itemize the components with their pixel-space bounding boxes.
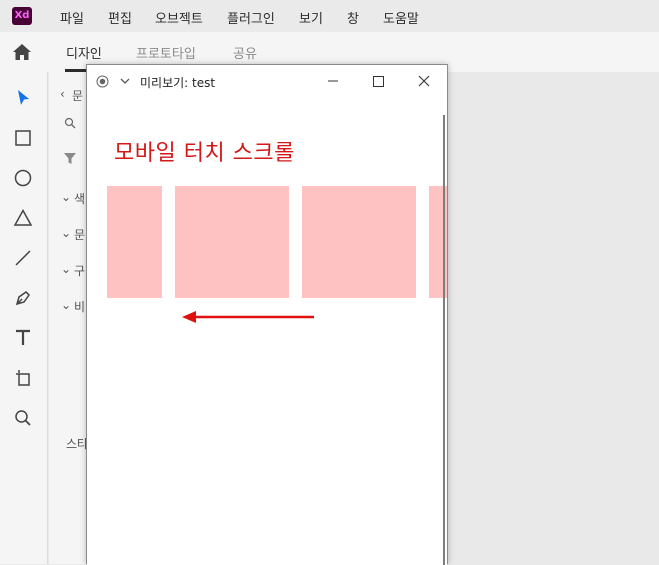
search-icon[interactable]: [64, 117, 76, 129]
chevron-down-icon[interactable]: ⌄: [61, 226, 71, 240]
arrow-left-icon: [182, 311, 314, 323]
text-icon[interactable]: [12, 327, 34, 349]
chevron-down-icon[interactable]: [120, 77, 130, 85]
section-components[interactable]: 구: [74, 262, 85, 279]
close-icon[interactable]: [418, 75, 430, 87]
chevron-down-icon[interactable]: ⌄: [61, 262, 71, 276]
page-heading: 모바일 터치 스크롤: [114, 141, 295, 166]
scroll-card[interactable]: [107, 186, 162, 298]
ellipse-icon[interactable]: [12, 167, 34, 189]
minimize-icon[interactable]: [327, 76, 339, 86]
maximize-icon[interactable]: [373, 76, 384, 87]
layers-panel: [49, 72, 89, 564]
pen-icon[interactable]: [12, 287, 34, 309]
chevron-down-icon[interactable]: ⌄: [61, 190, 71, 204]
section-text[interactable]: 문: [74, 226, 85, 243]
menu-edit[interactable]: 편집: [108, 8, 132, 27]
home-icon[interactable]: [12, 43, 32, 61]
menu-help[interactable]: 도움말: [383, 8, 419, 27]
menu-window[interactable]: 창: [347, 8, 359, 27]
menu-plugins[interactable]: 플러그인: [227, 8, 275, 27]
triangle-icon[interactable]: [12, 207, 34, 229]
menu-bar: [0, 0, 659, 32]
panel-footer-label: 스타: [66, 437, 89, 451]
rectangle-icon[interactable]: [12, 127, 34, 149]
section-colors[interactable]: 색: [74, 190, 85, 207]
section-assets[interactable]: 비: [74, 298, 85, 315]
record-icon[interactable]: [96, 75, 109, 88]
preview-window: 미리보기: test 모바일 터치 스크롤: [86, 64, 448, 565]
menu-object[interactable]: 오브젝트: [155, 8, 203, 27]
window-title: 미리보기: test: [140, 76, 216, 90]
line-icon[interactable]: [12, 247, 34, 269]
menu-file[interactable]: 파일: [60, 8, 84, 27]
artboard-icon[interactable]: [12, 367, 34, 389]
xd-logo: Xd: [12, 7, 32, 25]
back-chevron-icon[interactable]: ‹: [60, 87, 65, 101]
menu-view[interactable]: 보기: [299, 8, 323, 27]
tab-share[interactable]: 공유: [233, 43, 257, 62]
zoom-icon[interactable]: [12, 407, 34, 429]
preview-content[interactable]: 모바일 터치 스크롤: [87, 97, 447, 565]
filter-icon[interactable]: [63, 152, 77, 165]
window-titlebar[interactable]: 미리보기: test: [87, 65, 447, 97]
scroll-card[interactable]: [175, 186, 289, 298]
scrollbar[interactable]: [443, 115, 445, 565]
select-icon[interactable]: [12, 87, 34, 109]
tab-prototype[interactable]: 프로토타입: [136, 43, 196, 62]
chevron-down-icon[interactable]: ⌄: [61, 298, 71, 312]
panel-back-label[interactable]: 문: [72, 87, 83, 104]
scroll-card[interactable]: [302, 186, 416, 298]
tab-design[interactable]: 디자인: [66, 43, 102, 62]
